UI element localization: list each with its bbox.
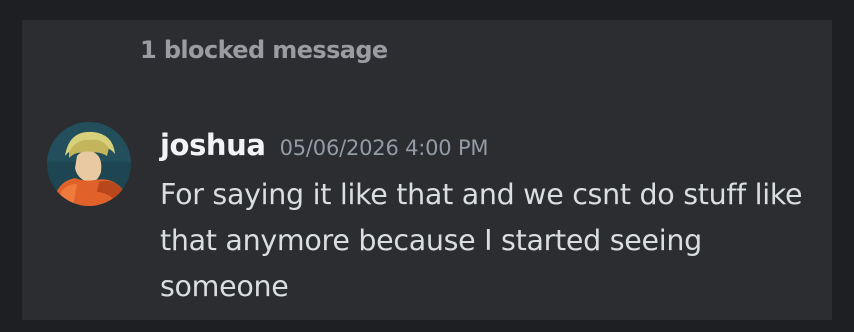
user-avatar[interactable]: [47, 122, 131, 206]
message-header: joshua 05/06/2026 4:00 PM: [160, 128, 489, 162]
message-line: that anymore because I started seeing: [160, 224, 702, 257]
username[interactable]: joshua: [160, 128, 266, 162]
message-line: For saying it like that and we csnt do s…: [160, 178, 803, 211]
avatar-image: [47, 122, 131, 206]
chat-panel: 1 blocked message joshua 05/06/2026 4:00 …: [22, 20, 832, 320]
message-line: someone: [160, 270, 289, 303]
message-content: For saying it like that and we csnt do s…: [160, 172, 832, 310]
blocked-messages-toggle[interactable]: 1 blocked message: [140, 36, 388, 64]
message-timestamp: 05/06/2026 4:00 PM: [279, 136, 489, 160]
